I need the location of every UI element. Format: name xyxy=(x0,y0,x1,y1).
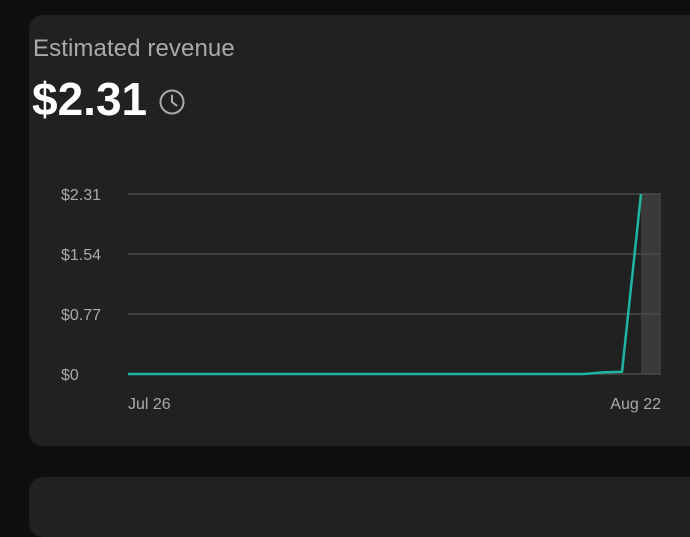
y-tick-label: $2.31 xyxy=(61,187,101,204)
x-tick-label: Aug 22 xyxy=(610,396,661,413)
y-tick-label: $0.77 xyxy=(61,307,101,324)
x-tick-label: Jul 26 xyxy=(128,396,171,413)
revenue-series-line xyxy=(128,193,643,376)
y-tick-label: $1.54 xyxy=(61,247,101,264)
y-tick-label: $0 xyxy=(61,367,79,384)
revenue-line-chart: $2.31 $1.54 $0.77 $0 Jul 26 Aug 22 xyxy=(61,187,661,413)
highlight-bar xyxy=(641,194,661,374)
